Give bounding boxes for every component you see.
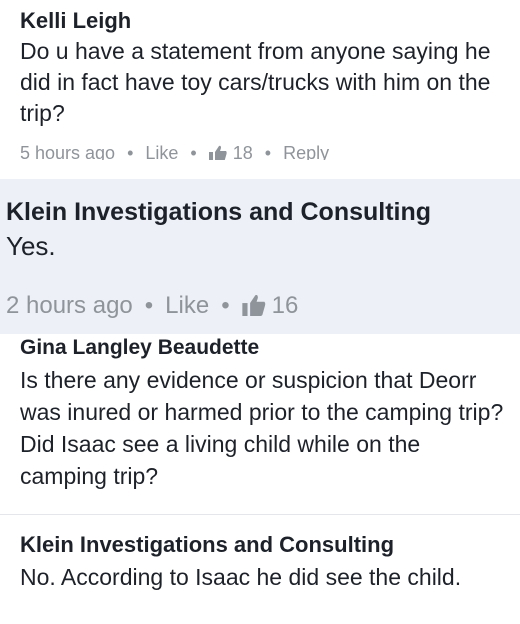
comment-timestamp: 5 hours ago — [20, 143, 116, 160]
comment-text: Is there any evidence or suspicion that … — [20, 367, 504, 489]
comment-text: Yes. — [6, 231, 56, 261]
comment-meta: 5 hours ago • Like • 18 • Reply — [20, 143, 329, 160]
meta-separator: • — [127, 143, 134, 160]
comment-author[interactable]: Klein Investigations and Consulting — [20, 532, 394, 558]
reaction-count[interactable]: 16 — [272, 292, 299, 319]
meta-separator: • — [221, 292, 230, 319]
comment-text: Do u have a statement from anyone saying… — [20, 38, 491, 126]
thumbs-up-icon — [241, 294, 266, 316]
comment-kelli-leigh: Kelli Leigh Do u have a statement from a… — [0, 0, 520, 160]
comment-meta: 2 hours ago • Like • 16 — [6, 292, 298, 320]
meta-separator: • — [264, 143, 272, 160]
comment-klein-reply-highlighted: Klein Investigations and Consulting Yes.… — [0, 179, 520, 334]
like-button[interactable]: Like — [145, 143, 178, 160]
comment-author[interactable]: Klein Investigations and Consulting — [6, 198, 431, 227]
reply-button[interactable]: Reply — [283, 143, 329, 160]
comment-text: No. According to Isaac he did see the ch… — [20, 564, 462, 590]
thumbs-up-icon — [208, 145, 227, 160]
meta-separator: • — [190, 143, 197, 160]
comment-gina-langley-beaudette: Gina Langley Beaudette Is there any evid… — [0, 334, 520, 510]
comment-author[interactable]: Gina Langley Beaudette — [20, 336, 259, 360]
reaction-count[interactable]: 18 — [233, 143, 253, 160]
comment-klein-reply: Klein Investigations and Consulting No. … — [0, 518, 520, 624]
divider — [0, 514, 520, 515]
meta-separator: • — [144, 292, 154, 319]
like-button[interactable]: Like — [165, 292, 209, 319]
comment-timestamp: 2 hours ago — [6, 292, 133, 319]
comment-author[interactable]: Kelli Leigh — [20, 8, 131, 34]
